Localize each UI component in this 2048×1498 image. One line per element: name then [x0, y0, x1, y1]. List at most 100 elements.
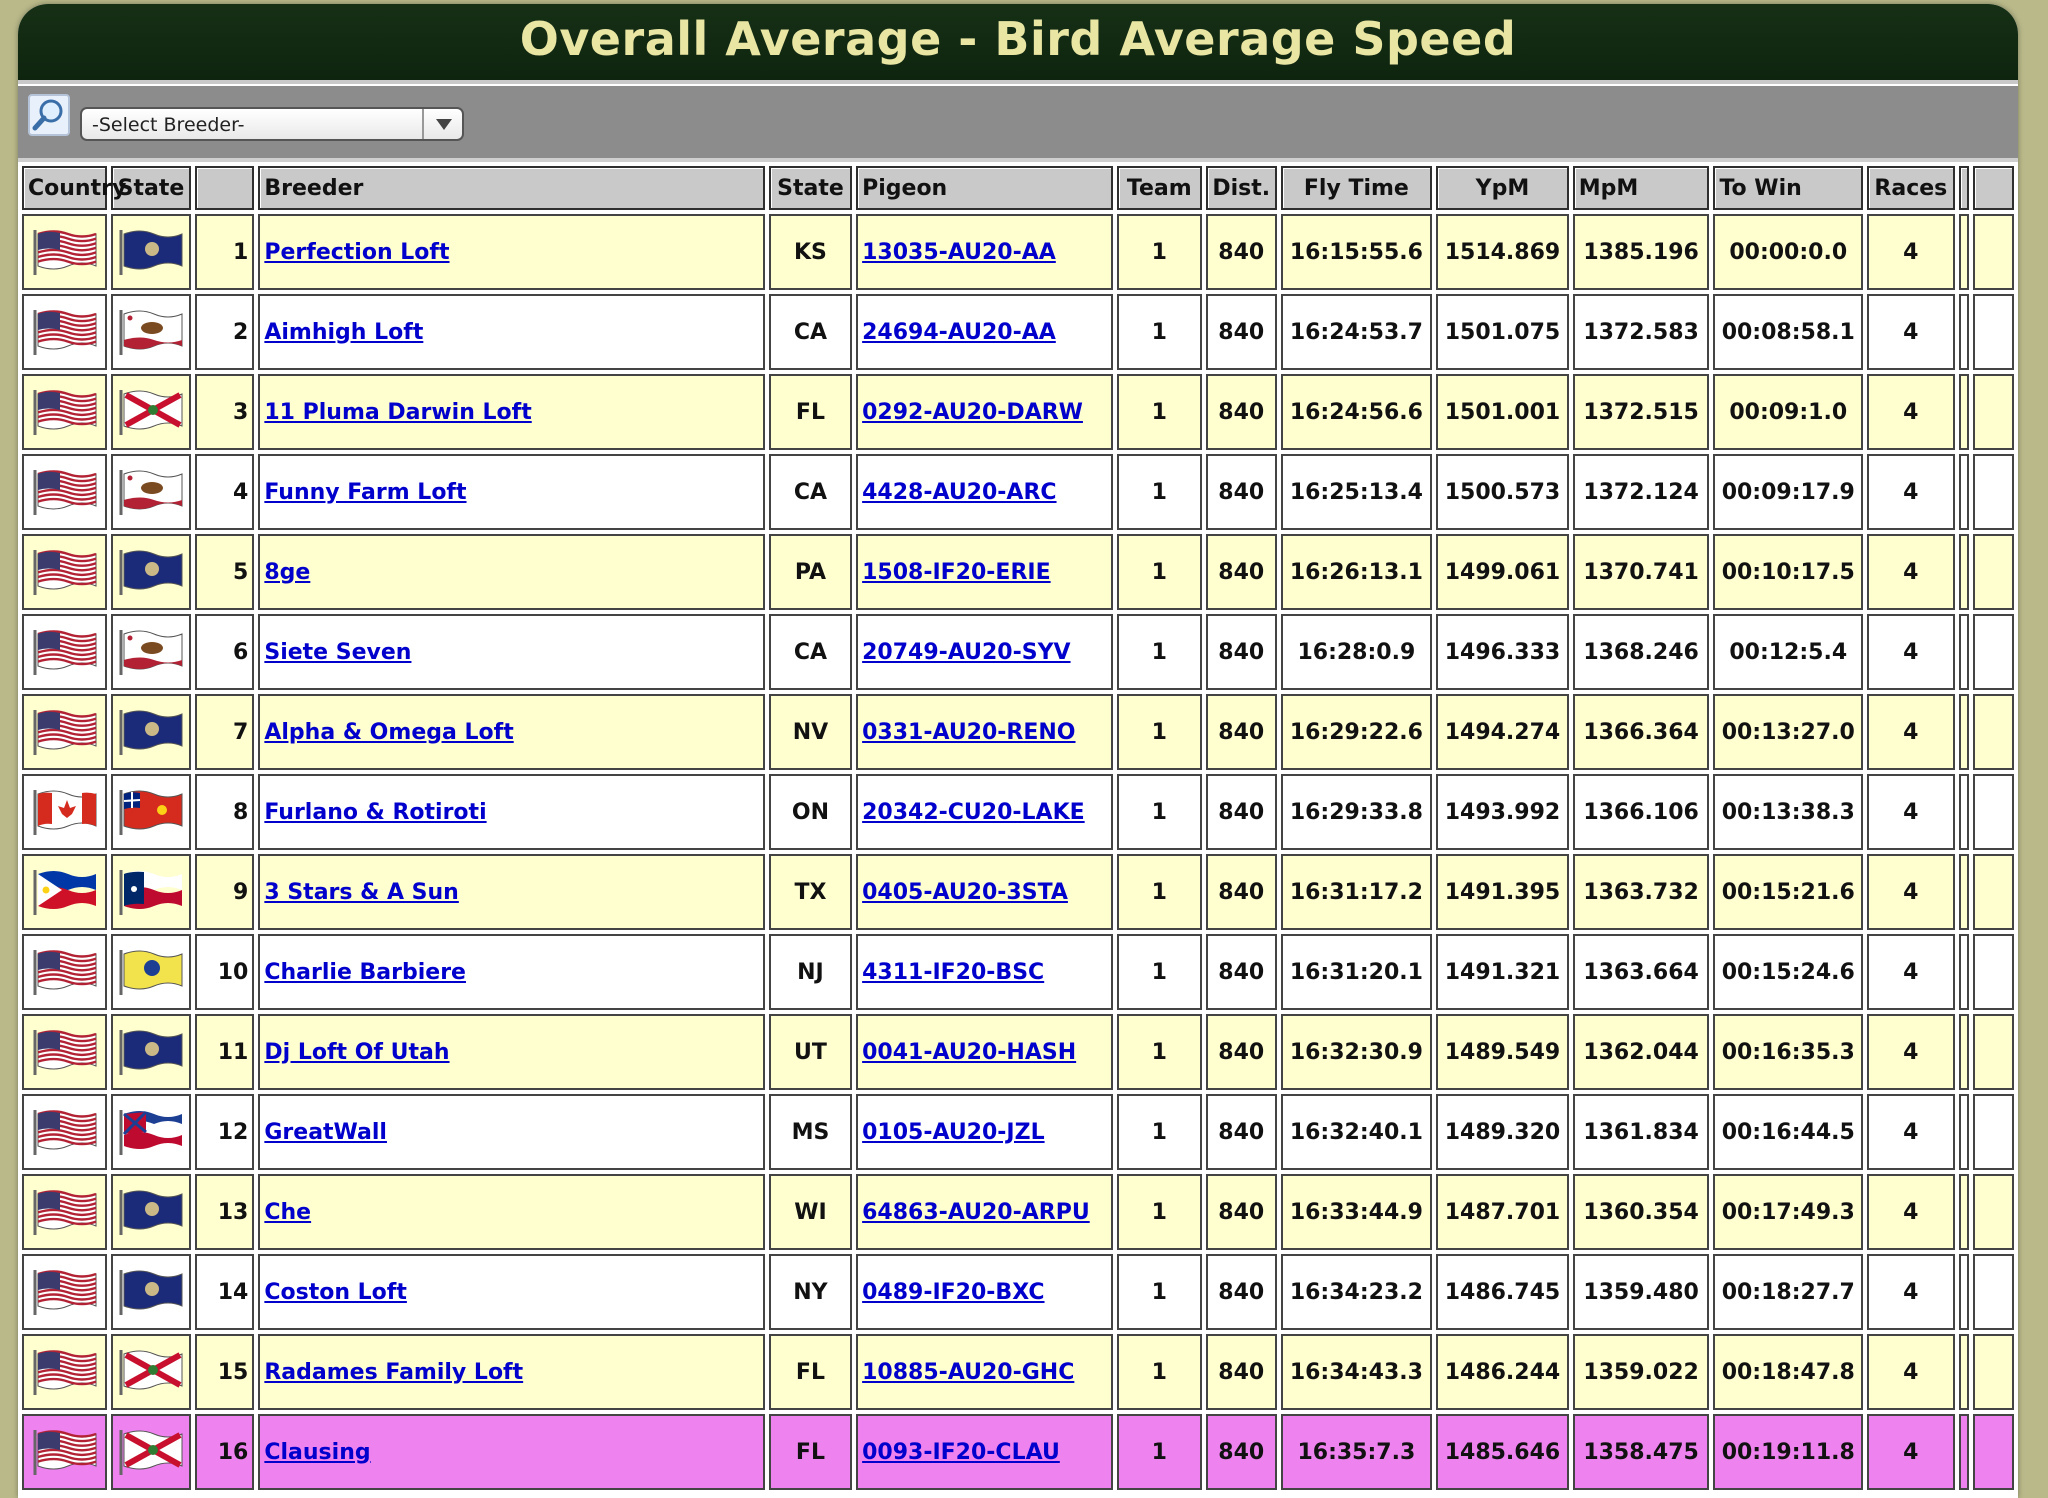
breeder-link[interactable]: Funny Farm Loft — [264, 480, 466, 505]
col-header-fly-time[interactable]: Fly Time — [1280, 166, 1433, 210]
rank-cell: 13 — [194, 1174, 255, 1250]
breeder-link[interactable]: 11 Pluma Darwin Loft — [264, 400, 531, 425]
breeder-link[interactable]: Che — [264, 1200, 311, 1225]
extra-cell — [1958, 454, 1970, 530]
pigeon-link[interactable]: 20342-CU20-LAKE — [862, 800, 1085, 825]
team-cell: 1 — [1116, 1254, 1202, 1330]
chevron-down-icon[interactable] — [422, 109, 462, 139]
col-header-pigeon[interactable]: Pigeon — [856, 166, 1113, 210]
breeder-link[interactable]: Dj Loft Of Utah — [264, 1040, 449, 1065]
breeder-link[interactable]: 3 Stars & A Sun — [264, 880, 458, 905]
mpm-cell: 1372.515 — [1572, 374, 1710, 450]
races-cell: 4 — [1867, 374, 1955, 450]
state-flag-ny — [119, 1270, 183, 1315]
ypm-cell: 1489.549 — [1436, 1014, 1569, 1090]
table-row: 6 Siete Seven CA 20749-AU20-SYV 1 840 16:28:0.… — [22, 614, 2014, 690]
state-flag-cell — [111, 614, 191, 690]
breeder-link[interactable]: Siete Seven — [264, 640, 411, 665]
extra-cell — [1958, 1174, 1970, 1250]
fly-time-cell: 16:33:44.9 — [1280, 1174, 1433, 1250]
breeder-link[interactable]: Aimhigh Loft — [264, 320, 423, 345]
pigeon-link[interactable]: 0331-AU20-RENO — [862, 720, 1075, 745]
pigeon-cell: 20342-CU20-LAKE — [856, 774, 1113, 850]
pigeon-link[interactable]: 4428-AU20-ARC — [862, 480, 1056, 505]
country-flag-cell — [22, 1174, 108, 1250]
breeder-link[interactable]: GreatWall — [264, 1120, 387, 1145]
pigeon-link[interactable]: 4311-IF20-BSC — [862, 960, 1044, 985]
races-cell: 4 — [1867, 774, 1955, 850]
races-cell: 4 — [1867, 1254, 1955, 1330]
col-header-country[interactable]: Country — [22, 166, 126, 210]
state-flag-ut — [119, 1030, 183, 1075]
col-header-to-win[interactable]: To Win — [1713, 166, 1864, 210]
extra-cell — [1958, 854, 1970, 930]
pigeon-link[interactable]: 0041-AU20-HASH — [862, 1040, 1076, 1065]
pigeon-link[interactable]: 0405-AU20-3STA — [862, 880, 1068, 905]
fly-time-cell: 16:24:56.6 — [1280, 374, 1433, 450]
col-header-dist[interactable]: Dist. — [1206, 166, 1277, 210]
table-row: 16 Clausing FL 0093-IF20-CLAU 1 840 16:35:7.3 1… — [22, 1414, 2014, 1490]
country-flag-us — [33, 550, 97, 595]
title-bar: Overall Average - Bird Average Speed — [18, 4, 2018, 84]
col-header-mpm[interactable]: MpM — [1572, 166, 1710, 210]
to-win-cell: 00:16:44.5 — [1713, 1094, 1864, 1170]
breeder-link[interactable]: Charlie Barbiere — [264, 960, 466, 985]
fly-time-cell: 16:31:20.1 — [1280, 934, 1433, 1010]
pigeon-link[interactable]: 10885-AU20-GHC — [862, 1360, 1074, 1385]
col-header-ypm[interactable]: YpM — [1436, 166, 1569, 210]
pigeon-link[interactable]: 64863-AU20-ARPU — [862, 1200, 1090, 1225]
pigeon-link[interactable]: 0292-AU20-DARW — [862, 400, 1083, 425]
toolbar: -Select Breeder- — [18, 86, 2018, 162]
breeder-link[interactable]: 8ge — [264, 560, 310, 585]
pigeon-cell: 1508-IF20-ERIE — [856, 534, 1113, 610]
to-win-cell: 00:18:47.8 — [1713, 1334, 1864, 1410]
col-header-rank[interactable] — [194, 166, 255, 210]
to-win-cell: 00:18:27.7 — [1713, 1254, 1864, 1330]
mpm-cell: 1372.583 — [1572, 294, 1710, 370]
team-cell: 1 — [1116, 534, 1202, 610]
breeder-cell: GreatWall — [258, 1094, 765, 1170]
dist-cell: 840 — [1206, 214, 1277, 290]
breeder-cell: 8ge — [258, 534, 765, 610]
fly-time-cell: 16:34:23.2 — [1280, 1254, 1433, 1330]
col-header-team[interactable]: Team — [1116, 166, 1202, 210]
country-flag-cell — [22, 614, 108, 690]
rank-cell: 10 — [194, 934, 255, 1010]
team-cell: 1 — [1116, 774, 1202, 850]
pigeon-link[interactable]: 0105-AU20-JZL — [862, 1120, 1044, 1145]
pigeon-link[interactable]: 20749-AU20-SYV — [862, 640, 1070, 665]
state-flag-ca — [119, 470, 183, 515]
pigeon-link[interactable]: 0093-IF20-CLAU — [862, 1440, 1060, 1465]
country-flag-us — [33, 1350, 97, 1395]
col-header-state[interactable]: State — [768, 166, 853, 210]
state-cell: PA — [768, 534, 853, 610]
breeder-link[interactable]: Radames Family Loft — [264, 1360, 523, 1385]
dist-cell: 840 — [1206, 1254, 1277, 1330]
country-flag-cell — [22, 934, 108, 1010]
col-header-breeder[interactable]: Breeder — [258, 166, 765, 210]
results-panel: Overall Average - Bird Average Speed -Se… — [18, 4, 2018, 1498]
pigeon-link[interactable]: 0489-IF20-BXC — [862, 1280, 1044, 1305]
state-flag-cell — [111, 1334, 191, 1410]
table-body: 1 Perfection Loft KS 13035-AU20-AA 1 840 16:15… — [22, 214, 2014, 1490]
search-button[interactable] — [28, 94, 70, 136]
pigeon-link[interactable]: 1508-IF20-ERIE — [862, 560, 1051, 585]
pigeon-link[interactable]: 24694-AU20-AA — [862, 320, 1056, 345]
col-header-state-flag[interactable]: State — [111, 166, 191, 210]
breeder-select[interactable]: -Select Breeder- — [80, 107, 464, 141]
ypm-cell: 1491.395 — [1436, 854, 1569, 930]
breeder-link[interactable]: Coston Loft — [264, 1280, 407, 1305]
pigeon-link[interactable]: 13035-AU20-AA — [862, 240, 1056, 265]
breeder-link[interactable]: Furlano & Rotiroti — [264, 800, 486, 825]
country-flag-cell — [22, 534, 108, 610]
state-flag-cell — [111, 854, 191, 930]
breeder-cell: Aimhigh Loft — [258, 294, 765, 370]
breeder-link[interactable]: Clausing — [264, 1440, 370, 1465]
mpm-cell: 1372.124 — [1572, 454, 1710, 530]
breeder-link[interactable]: Perfection Loft — [264, 240, 449, 265]
table-row: 3 11 Pluma Darwin Loft FL 0292-AU20-DARW 1 84… — [22, 374, 2014, 450]
state-cell: NJ — [768, 934, 853, 1010]
col-header-races[interactable]: Races — [1867, 166, 1955, 210]
table-row: 11 Dj Loft Of Utah UT 0041-AU20-HASH 1 840 16:… — [22, 1014, 2014, 1090]
breeder-link[interactable]: Alpha & Omega Loft — [264, 720, 513, 745]
